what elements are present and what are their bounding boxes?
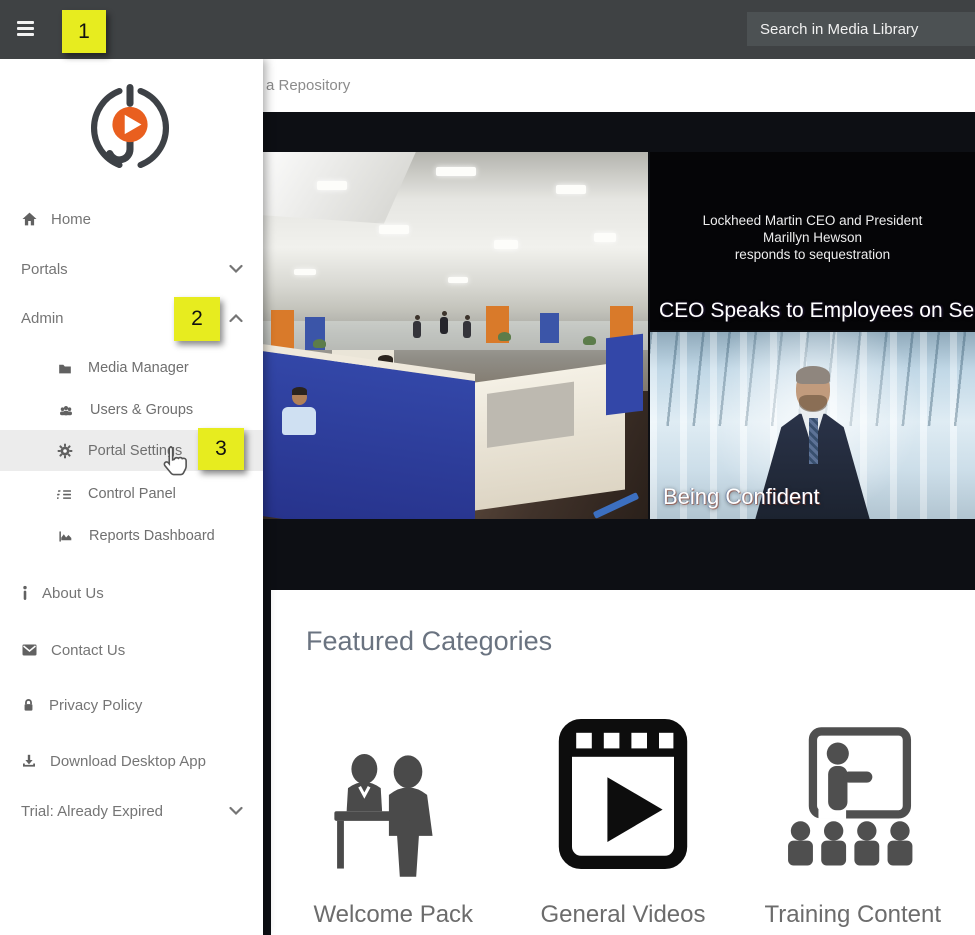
ceiling-light	[556, 185, 586, 194]
featured-heading: Featured Categories	[306, 626, 552, 657]
sidebar-item-label: Media Manager	[88, 360, 189, 376]
annotation-step-2: 2	[174, 297, 220, 341]
sidebar-item-label: Control Panel	[88, 486, 176, 502]
chart-icon	[57, 529, 74, 544]
office-desk	[475, 362, 625, 512]
sidebar-item-label: Admin	[21, 310, 64, 327]
video-title: CEO Speaks to Employees on Sequ...	[659, 299, 975, 323]
sidebar-item-users-groups[interactable]: Users & Groups	[0, 390, 263, 430]
sidebar-item-media-manager[interactable]: Media Manager	[0, 348, 263, 388]
ceiling-light	[379, 225, 409, 234]
category-label: Training Content	[764, 901, 941, 929]
sidebar-item-download-desktop-app[interactable]: Download Desktop App	[0, 741, 263, 781]
mouse-cursor-hand	[160, 444, 190, 479]
hamburger-menu-icon[interactable]	[17, 21, 34, 36]
chevron-down-icon	[229, 265, 243, 274]
ceiling-light	[594, 233, 616, 242]
lock-icon	[21, 697, 36, 713]
office-partition	[606, 333, 643, 415]
app-logo	[86, 84, 174, 172]
plant	[583, 336, 596, 345]
sidebar-item-label: Contact Us	[51, 642, 125, 659]
ceiling-light	[317, 181, 347, 190]
sidebar-item-home[interactable]: Home	[0, 199, 263, 239]
office-banner-image[interactable]	[263, 152, 648, 519]
ceo-caption-line: responds to sequestration	[650, 246, 975, 263]
mail-icon	[21, 643, 38, 657]
list-icon	[57, 487, 73, 502]
search-input[interactable]	[747, 12, 975, 46]
sidebar-item-label: Trial: Already Expired	[21, 803, 163, 820]
top-navigation-bar	[0, 0, 975, 59]
ceo-caption-line: Lockheed Martin CEO and President	[650, 212, 975, 229]
sidebar-item-label: Portals	[21, 261, 68, 278]
breadcrumb[interactable]: a Repository	[266, 59, 350, 112]
sidebar-item-trial-expired[interactable]: Trial: Already Expired	[0, 791, 263, 831]
sidebar-item-privacy-policy[interactable]: Privacy Policy	[0, 685, 263, 725]
sidebar-item-label: Reports Dashboard	[89, 528, 215, 544]
wall-accent	[540, 313, 559, 342]
sidebar: Home Portals Admin Media Manager Users &…	[0, 59, 263, 935]
office-person	[282, 389, 316, 435]
sidebar-item-label: Users & Groups	[90, 402, 193, 418]
chevron-up-icon	[229, 314, 243, 323]
category-label: Welcome Pack	[313, 901, 473, 929]
app-window: a Repository	[0, 0, 975, 935]
download-icon	[21, 753, 37, 769]
video-title: Being Confident	[663, 484, 820, 510]
ceiling-light	[294, 269, 316, 275]
floor-stripe	[593, 492, 639, 519]
category-general-videos[interactable]: General Videos	[516, 695, 731, 929]
folder-icon	[57, 361, 73, 376]
sidebar-item-label: Download Desktop App	[50, 753, 206, 770]
general-videos-icon	[557, 695, 689, 885]
annotation-step-1: 1	[62, 10, 106, 53]
video-tile-being-confident[interactable]: Being Confident	[650, 332, 975, 519]
sidebar-item-about-us[interactable]: About Us	[0, 573, 263, 613]
gear-icon	[57, 443, 73, 459]
training-content-icon	[777, 695, 929, 885]
category-label: General Videos	[541, 901, 706, 929]
sidebar-item-label: Privacy Policy	[49, 697, 142, 714]
video-tile-ceo[interactable]: Lockheed Martin CEO and President Marill…	[650, 152, 975, 330]
sidebar-item-control-panel[interactable]: Control Panel	[0, 474, 263, 514]
plant	[498, 332, 511, 341]
ceo-caption-line: Marillyn Hewson	[650, 229, 975, 246]
chevron-down-icon	[229, 807, 243, 816]
sidebar-item-label: Home	[51, 211, 91, 228]
sidebar-item-admin[interactable]: Admin	[0, 298, 263, 338]
plant	[313, 339, 326, 348]
category-welcome-pack[interactable]: Welcome Pack	[286, 695, 501, 929]
sidebar-item-contact-us[interactable]: Contact Us	[0, 630, 263, 670]
ceiling-light	[436, 167, 476, 176]
office-person	[413, 321, 421, 338]
home-icon	[21, 211, 38, 227]
wall-accent	[271, 310, 294, 350]
ceiling-light	[448, 277, 468, 283]
sidebar-item-reports-dashboard[interactable]: Reports Dashboard	[0, 516, 263, 556]
info-icon	[21, 585, 29, 601]
sidebar-item-label: About Us	[42, 585, 104, 602]
office-person	[463, 321, 471, 338]
annotation-step-3: 3	[198, 428, 244, 470]
featured-categories-section: Featured Categories	[271, 590, 975, 935]
users-icon	[57, 403, 75, 418]
ceiling-light	[494, 240, 518, 249]
sidebar-item-portals[interactable]: Portals	[0, 249, 263, 289]
welcome-pack-icon	[318, 695, 468, 885]
office-person	[440, 317, 448, 334]
category-training-content[interactable]: Training Content	[745, 695, 960, 929]
